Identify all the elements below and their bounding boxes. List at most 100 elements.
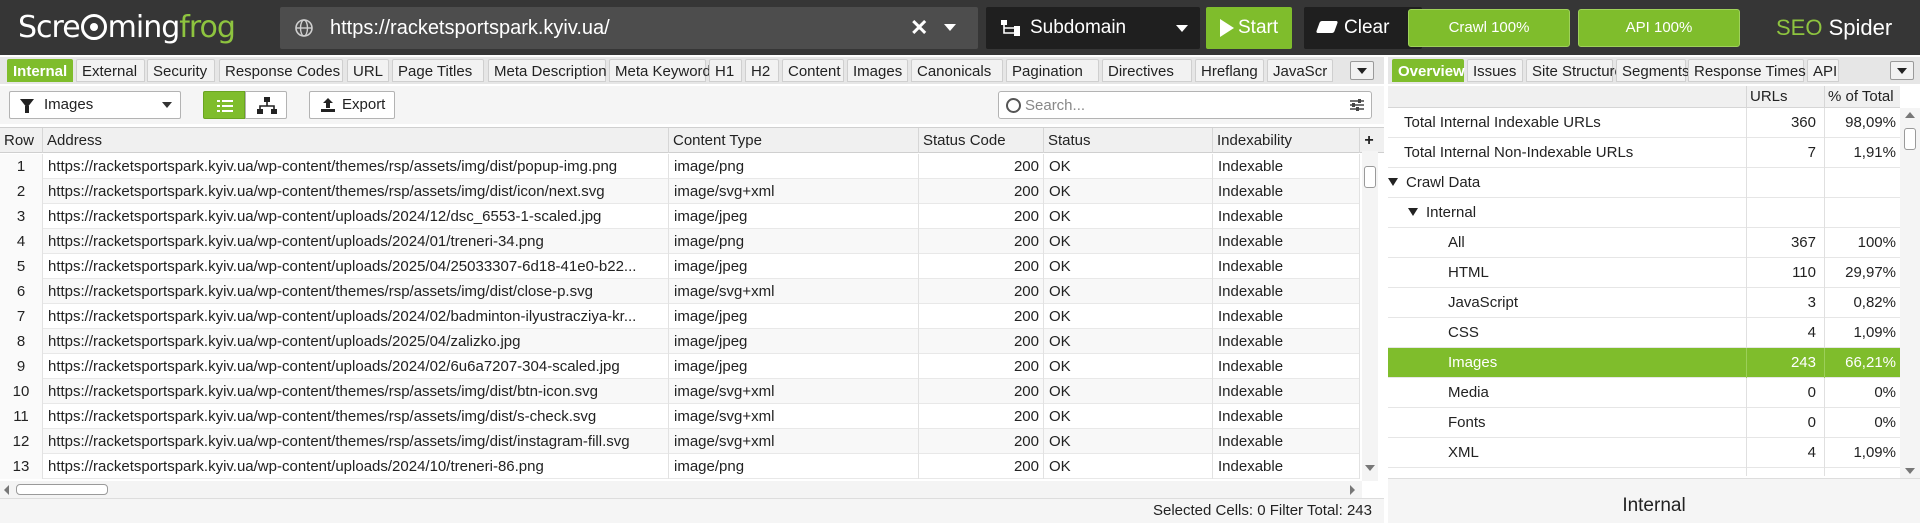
overview-row[interactable]: CSS 4 1,09%: [1388, 318, 1900, 348]
clear-button[interactable]: Clear: [1304, 7, 1422, 49]
overview-row[interactable]: Crawl Data: [1388, 168, 1900, 198]
cell-indexability[interactable]: Indexable: [1213, 454, 1360, 479]
tab-external[interactable]: External: [76, 59, 145, 82]
column-header-status-code[interactable]: Status Code: [919, 128, 1044, 153]
cell-address[interactable]: https://racketsportspark.kyiv.ua/wp-cont…: [43, 379, 669, 404]
cell-address[interactable]: https://racketsportspark.kyiv.ua/wp-cont…: [43, 354, 669, 379]
add-column-button[interactable]: +: [1360, 128, 1378, 153]
overview-row[interactable]: Total Internal Indexable URLs 360 98,09%: [1388, 108, 1900, 138]
chevron-down-icon[interactable]: [944, 24, 956, 31]
column-header-row[interactable]: Row: [0, 128, 43, 153]
cell-row[interactable]: 8: [0, 329, 43, 354]
cell-address[interactable]: https://racketsportspark.kyiv.ua/wp-cont…: [43, 404, 669, 429]
cell-address[interactable]: https://racketsportspark.kyiv.ua/wp-cont…: [43, 254, 669, 279]
column-header-status[interactable]: Status: [1044, 128, 1213, 153]
url-bar[interactable]: https://racketsportspark.kyiv.ua/ ✕: [280, 7, 978, 49]
cell-indexability[interactable]: Indexable: [1213, 304, 1360, 329]
close-icon[interactable]: ✕: [910, 7, 928, 49]
cell-row[interactable]: 13: [0, 454, 43, 479]
tab-api[interactable]: API: [1807, 59, 1839, 82]
table-row[interactable]: 11 https://racketsportspark.kyiv.ua/wp-co…: [0, 404, 1360, 429]
tab-page-titles[interactable]: Page Titles: [392, 59, 484, 82]
list-view-button[interactable]: [203, 91, 245, 119]
overview-row[interactable]: XML 4 1,09%: [1388, 438, 1900, 468]
cell-row[interactable]: 11: [0, 404, 43, 429]
overview-row[interactable]: JavaScript 3 0,82%: [1388, 288, 1900, 318]
cell-address[interactable]: https://racketsportspark.kyiv.ua/wp-cont…: [43, 154, 669, 179]
tab-meta-description[interactable]: Meta Description: [488, 59, 607, 82]
cell-content-type[interactable]: image/svg+xml: [669, 404, 919, 429]
cell-content-type[interactable]: image/png: [669, 229, 919, 254]
cell-indexability[interactable]: Indexable: [1213, 329, 1360, 354]
table-row[interactable]: 2 https://racketsportspark.kyiv.ua/wp-con…: [0, 179, 1360, 204]
tab-meta-keywords[interactable]: Meta Keywords: [609, 59, 718, 82]
table-row[interactable]: 10 https://racketsportspark.kyiv.ua/wp-co…: [0, 379, 1360, 404]
scroll-up-icon[interactable]: [1905, 112, 1915, 118]
overview-row[interactable]: Internal: [1388, 198, 1900, 228]
cell-status[interactable]: OK: [1044, 404, 1213, 429]
crawl-mode-select[interactable]: Subdomain: [986, 7, 1200, 49]
cell-content-type[interactable]: image/jpeg: [669, 254, 919, 279]
cell-content-type[interactable]: image/jpeg: [669, 354, 919, 379]
tab-content[interactable]: Content: [782, 59, 844, 82]
cell-content-type[interactable]: image/jpeg: [669, 304, 919, 329]
cell-content-type[interactable]: image/jpeg: [669, 204, 919, 229]
cell-row[interactable]: 4: [0, 229, 43, 254]
cell-status-code[interactable]: 200: [919, 204, 1044, 229]
table-row[interactable]: 1 https://racketsportspark.kyiv.ua/wp-con…: [0, 154, 1360, 179]
table-row[interactable]: 6 https://racketsportspark.kyiv.ua/wp-con…: [0, 279, 1360, 304]
expand-arrow-icon[interactable]: [1408, 208, 1418, 216]
scroll-right-icon[interactable]: [1350, 485, 1355, 495]
scroll-down-icon[interactable]: [1905, 468, 1915, 474]
cell-address[interactable]: https://racketsportspark.kyiv.ua/wp-cont…: [43, 304, 669, 329]
tab-images[interactable]: Images: [847, 59, 908, 82]
cell-indexability[interactable]: Indexable: [1213, 379, 1360, 404]
cell-status[interactable]: OK: [1044, 279, 1213, 304]
cell-indexability[interactable]: Indexable: [1213, 279, 1360, 304]
cell-status[interactable]: OK: [1044, 204, 1213, 229]
table-row[interactable]: 4 https://racketsportspark.kyiv.ua/wp-con…: [0, 229, 1360, 254]
overview-vertical-scrollbar[interactable]: [1900, 108, 1920, 478]
tab-pagination[interactable]: Pagination: [1006, 59, 1099, 82]
tab-issues[interactable]: Issues: [1467, 59, 1523, 82]
cell-status-code[interactable]: 200: [919, 404, 1044, 429]
column-header-content-type[interactable]: Content Type: [669, 128, 919, 153]
tab-site-structure[interactable]: Site Structure: [1526, 59, 1623, 82]
cell-address[interactable]: https://racketsportspark.kyiv.ua/wp-cont…: [43, 454, 669, 479]
overview-row[interactable]: HTML 110 29,97%: [1388, 258, 1900, 288]
tab-h2[interactable]: H2: [745, 59, 779, 82]
more-tabs-button[interactable]: [1890, 61, 1914, 80]
column-header-urls[interactable]: URLs: [1746, 86, 1824, 108]
url-input[interactable]: https://racketsportspark.kyiv.ua/: [330, 7, 610, 49]
cell-content-type[interactable]: image/svg+xml: [669, 429, 919, 454]
tab-canonicals[interactable]: Canonicals: [911, 59, 1003, 82]
tab-url[interactable]: URL: [347, 59, 389, 82]
sliders-icon[interactable]: [1349, 98, 1365, 112]
cell-indexability[interactable]: Indexable: [1213, 429, 1360, 454]
column-header-address[interactable]: Address: [43, 128, 669, 153]
grid-horizontal-scrollbar[interactable]: [0, 481, 1362, 498]
cell-content-type[interactable]: image/jpeg: [669, 329, 919, 354]
tab-directives[interactable]: Directives: [1102, 59, 1192, 82]
overview-row[interactable]: PDF 0 0%: [1388, 468, 1900, 476]
grid-vertical-scrollbar[interactable]: [1362, 151, 1378, 481]
cell-content-type[interactable]: image/svg+xml: [669, 379, 919, 404]
cell-row[interactable]: 9: [0, 354, 43, 379]
cell-address[interactable]: https://racketsportspark.kyiv.ua/wp-cont…: [43, 429, 669, 454]
cell-status-code[interactable]: 200: [919, 179, 1044, 204]
tab-overview[interactable]: Overview: [1392, 59, 1465, 82]
scroll-thumb[interactable]: [1364, 166, 1376, 188]
cell-row[interactable]: 3: [0, 204, 43, 229]
cell-row[interactable]: 2: [0, 179, 43, 204]
tree-view-button[interactable]: [245, 91, 287, 119]
cell-row[interactable]: 1: [0, 154, 43, 179]
cell-status-code[interactable]: 200: [919, 329, 1044, 354]
tab-hreflang[interactable]: Hreflang: [1195, 59, 1264, 82]
cell-row[interactable]: 12: [0, 429, 43, 454]
cell-status-code[interactable]: 200: [919, 229, 1044, 254]
overview-row[interactable]: Media 0 0%: [1388, 378, 1900, 408]
cell-status-code[interactable]: 200: [919, 454, 1044, 479]
tab-segments[interactable]: Segments: [1616, 59, 1690, 82]
cell-status[interactable]: OK: [1044, 379, 1213, 404]
cell-content-type[interactable]: image/svg+xml: [669, 279, 919, 304]
